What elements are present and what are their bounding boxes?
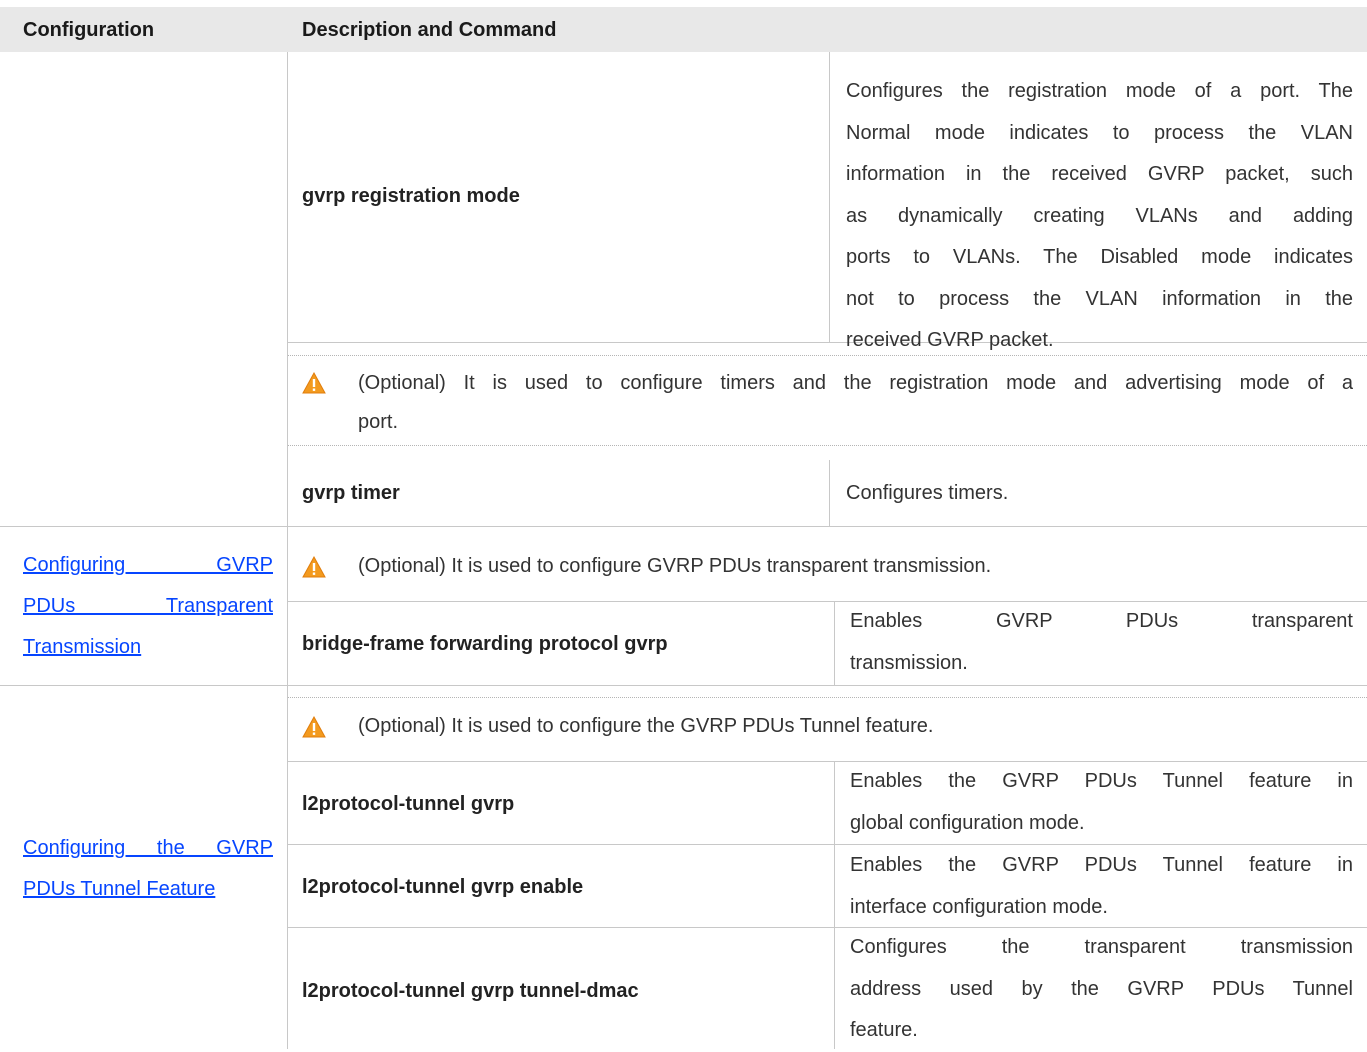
link-configuring-gvrp-pdus-tunnel-feature[interactable]: Configuring the GVRP PDUs Tunnel Feature xyxy=(23,828,273,910)
header-description: Description and Command xyxy=(302,19,557,41)
command-l2protocol-tunnel-gvrp: l2protocol-tunnel gvrp xyxy=(302,793,515,815)
table-header: Configuration Description and Command xyxy=(0,7,1367,52)
command-gvrp-registration-mode: gvrp registration mode xyxy=(302,185,520,207)
link-line[interactable]: PDUs Transparent xyxy=(23,586,273,627)
tunnel-row2-description: Enables the GVRP PDUs Tunnel feature in … xyxy=(850,845,1353,928)
transparent-description: Enables GVRP PDUs transparent transmissi… xyxy=(850,601,1353,684)
description-line: ports to VLANs. The Disabled mode indica… xyxy=(846,246,1353,268)
command-l2protocol-tunnel-gvrp-enable: l2protocol-tunnel gvrp enable xyxy=(302,876,584,898)
description-line: information in the received GVRP packet,… xyxy=(846,163,1353,185)
note-divider xyxy=(288,697,1367,698)
description-line: interface configuration mode. xyxy=(850,895,1108,918)
command-l2protocol-tunnel-gvrp-tunnel-dmac: l2protocol-tunnel gvrp tunnel-dmac xyxy=(302,980,639,1002)
column-divider xyxy=(287,52,288,1049)
timer-note-line2: port. xyxy=(358,411,399,433)
row-divider xyxy=(0,526,1367,527)
description-line: Enables the GVRP PDUs Tunnel feature in xyxy=(850,770,1353,792)
link-line[interactable]: PDUs Tunnel Feature xyxy=(23,869,273,910)
tunnel-row3-description: Configures the transparent transmission … xyxy=(850,927,1353,1052)
cell-divider xyxy=(834,601,835,685)
link-line[interactable]: Configuring the GVRP xyxy=(23,828,273,869)
description-line: Configures the registration mode of a po… xyxy=(846,80,1353,102)
description-line: global configuration mode. xyxy=(850,811,1085,834)
timer-note-line1: (Optional) It is used to configure timer… xyxy=(358,372,1353,394)
description-line: Configures the transparent transmission xyxy=(850,936,1353,958)
cell-divider xyxy=(834,761,835,1049)
link-line[interactable]: Transmission xyxy=(23,627,273,668)
tunnel-row1-description: Enables the GVRP PDUs Tunnel feature in … xyxy=(850,761,1353,844)
note-divider xyxy=(288,445,1367,446)
command-bridge-frame-forwarding: bridge-frame forwarding protocol gvrp xyxy=(302,633,668,655)
description-line: Enables GVRP PDUs transparent xyxy=(850,610,1353,632)
header-configuration: Configuration xyxy=(23,19,155,41)
transparent-note: (Optional) It is used to configure GVRP … xyxy=(358,555,992,577)
description-line: Normal mode indicates to process the VLA… xyxy=(846,121,1353,144)
warning-icon xyxy=(302,372,326,394)
description-line: received GVRP packet. xyxy=(846,329,1054,351)
description-line: Enables the GVRP PDUs Tunnel feature in xyxy=(850,854,1353,876)
tunnel-note: (Optional) It is used to configure the G… xyxy=(358,715,934,737)
cell-divider xyxy=(829,52,830,342)
warning-icon xyxy=(302,556,326,578)
timer-description: Configures timers. xyxy=(846,482,1009,504)
registration-description: Configures the registration mode of a po… xyxy=(846,71,1353,362)
link-configuring-gvrp-pdus-transparent-transmission[interactable]: Configuring GVRP PDUs Transparent Transm… xyxy=(23,545,273,668)
cell-divider xyxy=(829,460,830,526)
row-divider xyxy=(0,685,1367,686)
description-line: not to process the VLAN information in t… xyxy=(846,287,1353,310)
description-line: transmission. xyxy=(850,651,968,674)
warning-icon xyxy=(302,716,326,738)
description-line: feature. xyxy=(850,1019,918,1041)
command-gvrp-timer: gvrp timer xyxy=(302,482,400,504)
description-line: as dynamically creating VLANs and adding xyxy=(846,204,1353,227)
link-line[interactable]: Configuring GVRP xyxy=(23,545,273,586)
description-line: address used by the GVRP PDUs Tunnel xyxy=(850,977,1353,1000)
